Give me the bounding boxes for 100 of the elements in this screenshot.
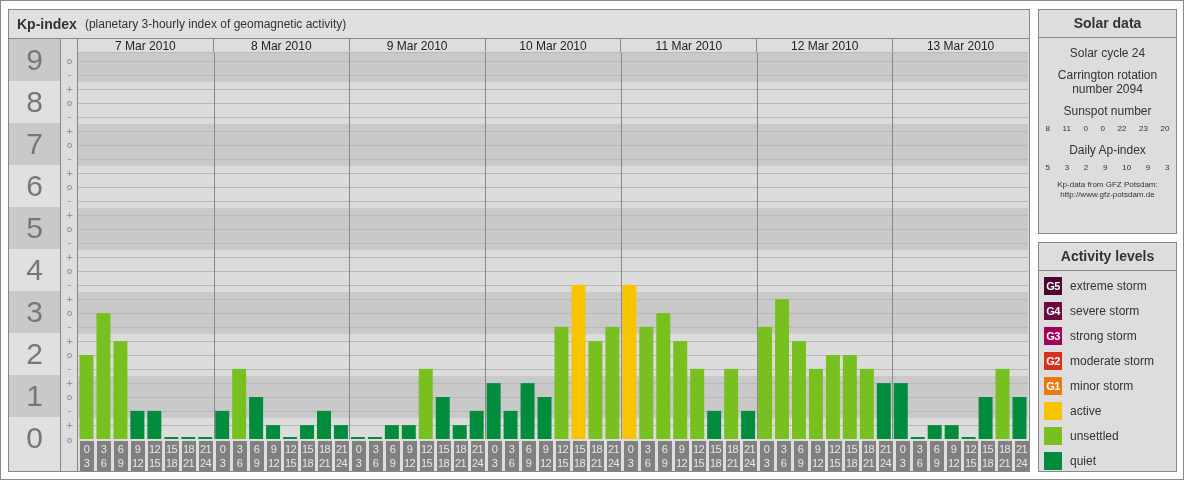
scale-mark: –: [67, 406, 72, 417]
time-slot-label: 9 12: [810, 441, 825, 471]
legend-label: strong storm: [1070, 329, 1137, 343]
time-slot-label: 18 21: [181, 441, 196, 471]
time-slot-label: 15 18: [844, 441, 859, 471]
time-slot-label: 9 12: [130, 441, 145, 471]
y-axis-label: 0: [26, 421, 43, 455]
sunspot-value: 20: [1160, 124, 1170, 133]
time-slot-label: 6 9: [657, 441, 672, 471]
date-header: 8 Mar 2010: [212, 39, 349, 52]
scale-mark: +: [65, 336, 74, 347]
time-slot-label: 18 21: [861, 441, 876, 471]
time-slot-label: 18 21: [997, 441, 1012, 471]
scale-mark: o: [66, 56, 73, 67]
time-slot-label: 6 9: [249, 441, 264, 471]
source-url: http://www.gfz-potsdam.de: [1060, 190, 1155, 200]
sunspot-value: 11: [1062, 124, 1071, 133]
y-axis-label: 6: [26, 169, 43, 203]
ap-index-value: 3: [1165, 163, 1170, 172]
sunspot-label: Sunspot number: [1063, 104, 1152, 118]
scale-mark: +: [65, 378, 74, 389]
legend-label: active: [1070, 404, 1102, 418]
storm-level-badge: G1: [1044, 377, 1062, 395]
y-axis-label: 3: [26, 295, 43, 329]
scale-mark: o: [66, 350, 73, 361]
time-slot-label: 6 9: [113, 441, 128, 471]
time-slot-label: 18 21: [589, 441, 604, 471]
scale-mark: –: [67, 280, 72, 291]
time-slot-label: 3 6: [912, 441, 927, 471]
time-slot-label: 3 6: [640, 441, 655, 471]
time-slot-label: 21 24: [198, 441, 213, 471]
storm-level-badge: G2: [1044, 352, 1062, 370]
y-axis-label: 5: [26, 211, 43, 245]
y-axis-label: 9: [26, 43, 43, 77]
date-header: 12 Mar 2010: [756, 39, 893, 52]
sunspot-value: 23: [1139, 124, 1148, 133]
ap-index-value: 9: [1103, 163, 1108, 172]
solar-cycle-text: Solar cycle 24: [1069, 46, 1146, 60]
date-header: 9 Mar 2010: [348, 39, 485, 52]
time-slot-label: 9 12: [402, 441, 417, 471]
time-slot-label: 15 18: [572, 441, 587, 471]
scale-mark: +: [65, 294, 74, 305]
time-slot-label: 15 18: [708, 441, 723, 471]
time-slot-label: 21 24: [334, 441, 349, 471]
scale-mark: +: [65, 168, 74, 179]
time-slot-label: 6 9: [385, 441, 400, 471]
date-header: 11 Mar 2010: [620, 39, 757, 52]
y-axis-label: 4: [26, 253, 43, 287]
legend-label: minor storm: [1070, 379, 1134, 393]
scale-mark: +: [65, 420, 74, 431]
y-axis-label: 8: [26, 85, 43, 119]
legend-label: severe storm: [1070, 304, 1140, 318]
time-slot-label: 0 3: [487, 441, 502, 471]
date-header: 7 Mar 2010: [114, 39, 177, 52]
time-slot-label: 18 21: [725, 441, 740, 471]
sunspot-value: 0: [1083, 124, 1088, 133]
scale-mark: o: [66, 434, 73, 445]
scale-mark: o: [66, 98, 73, 109]
ap-index-value: 5: [1045, 163, 1050, 172]
storm-level-badge: G5: [1044, 277, 1062, 295]
scale-mark: +: [65, 210, 74, 221]
panel-subtitle: (planetary 3-hourly index of geomagnetic activity): [84, 17, 347, 31]
time-slot-label: 9 12: [266, 441, 281, 471]
panel-title: Activity levels: [1039, 243, 1176, 271]
sunspot-value: 8: [1045, 124, 1050, 133]
time-slot-label: 0 3: [79, 441, 94, 471]
scale-mark: o: [66, 224, 73, 235]
time-slot-label: 12 15: [691, 441, 706, 471]
scale-mark: –: [67, 322, 72, 333]
time-slot-label: 18 21: [317, 441, 332, 471]
scale-mark: –: [67, 364, 72, 375]
time-slot-label: 15 18: [300, 441, 315, 471]
storm-level-badge: G3: [1044, 327, 1062, 345]
time-slot-label: 12 15: [555, 441, 570, 471]
scale-mark: –: [67, 238, 72, 249]
scale-mark: o: [66, 266, 73, 277]
time-slot-label: 21 24: [1014, 441, 1029, 471]
time-slot-label: 3 6: [368, 441, 383, 471]
scale-mark: +: [65, 252, 74, 263]
sunspot-value: 0: [1100, 124, 1105, 133]
storm-level-badge: G4: [1044, 302, 1062, 320]
time-slot-label: 12 15: [147, 441, 162, 471]
time-slot-label: 12 15: [419, 441, 434, 471]
scale-mark: –: [67, 154, 72, 165]
scale-mark: –: [67, 196, 72, 207]
y-axis-label: 7: [26, 127, 43, 161]
time-slot-label: 15 18: [980, 441, 995, 471]
date-header: 10 Mar 2010: [484, 39, 621, 52]
sunspot-value: 22: [1117, 124, 1127, 133]
scale-mark: o: [66, 392, 73, 403]
panel-title: Kp-index: [17, 16, 77, 32]
ap-index-value: 3: [1064, 163, 1070, 172]
time-slot-label: 0 3: [351, 441, 366, 471]
scale-mark: –: [67, 112, 72, 123]
time-slot-label: 15 18: [164, 441, 179, 471]
scale-mark: o: [66, 140, 73, 151]
legend-label: quiet: [1070, 454, 1097, 468]
ap-index-value: 9: [1145, 163, 1151, 172]
time-slot-label: 12 15: [963, 441, 978, 471]
time-slot-label: 3 6: [232, 441, 247, 471]
